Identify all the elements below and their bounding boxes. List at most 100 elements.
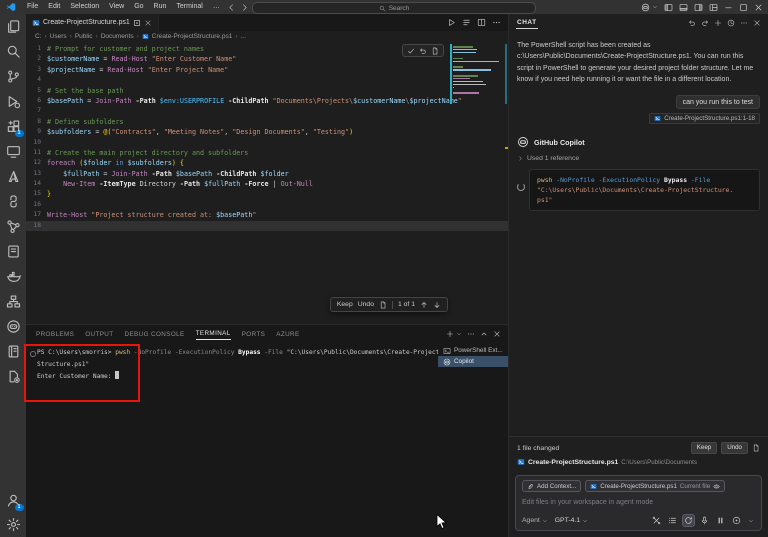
chevron-down-icon[interactable] [652, 4, 658, 10]
send-button[interactable] [731, 515, 742, 526]
activity-run-and-debug[interactable] [6, 94, 21, 109]
activity-docker[interactable] [6, 269, 21, 284]
plus-icon[interactable] [714, 19, 722, 27]
chat-input-box[interactable]: Add Context... Create-ProjectStructure.p… [515, 475, 762, 531]
terminal-command-preview[interactable]: pwsh -NoProfile -ExecutionPolicy Bypass … [529, 169, 760, 212]
layout-panel-icon[interactable] [679, 3, 688, 12]
activity-notebook-edit[interactable] [6, 244, 21, 259]
menu-selection[interactable]: Selection [65, 0, 104, 14]
terminal-instance-copilot[interactable]: Copilot [438, 356, 508, 367]
activity-file-settings[interactable] [6, 369, 21, 384]
keep-all-button[interactable]: Keep [690, 442, 718, 454]
mode-picker[interactable]: Agent [522, 517, 548, 524]
add-context-chip[interactable]: Add Context... [522, 480, 582, 492]
menu-view[interactable]: View [104, 0, 129, 14]
sync-button[interactable] [682, 514, 695, 527]
doc-icon[interactable] [431, 47, 439, 55]
undo-all-button[interactable]: Undo [721, 442, 748, 454]
layout-custom-icon[interactable] [709, 3, 718, 12]
undo-icon[interactable] [688, 19, 696, 27]
editor-tab-create-projectstructure[interactable]: Create-ProjectStructure.ps1 [26, 14, 159, 31]
chevron-up-icon[interactable] [480, 330, 488, 338]
activity-source-control[interactable] [6, 69, 21, 84]
panel-tab-debug-console[interactable]: DEBUG CONSOLE [125, 328, 185, 340]
command-center-search[interactable]: Search [252, 2, 536, 14]
history-icon[interactable] [727, 19, 735, 27]
plus-icon[interactable] [446, 330, 454, 338]
close-icon[interactable] [753, 19, 761, 27]
tab-chat[interactable]: CHAT [516, 16, 538, 29]
more-icon[interactable] [492, 18, 501, 27]
breadcrumb-item[interactable]: Public [75, 33, 93, 40]
code-editor[interactable]: 1 # Prompt for customer and project names… [26, 42, 508, 324]
copilot-icon[interactable] [641, 3, 650, 12]
model-picker[interactable]: GPT-4.1 [555, 517, 588, 524]
breadcrumb-item[interactable]: Create-ProjectStructure.ps1 [152, 33, 233, 40]
file-icon[interactable] [379, 301, 387, 309]
undo-icon[interactable] [419, 47, 427, 55]
layout-sidebar-right-icon[interactable] [694, 3, 703, 12]
tab-close-icon[interactable] [144, 19, 152, 27]
more-icon[interactable] [740, 19, 748, 27]
terminal[interactable]: PS C:\Users\smorris> pwsh -NoProfile -Ex… [26, 342, 438, 537]
activity-copilot[interactable] [6, 319, 21, 334]
mic-button[interactable] [699, 515, 710, 526]
close-icon[interactable] [754, 3, 763, 12]
chevron-down-button[interactable] [747, 517, 755, 525]
play-icon[interactable] [447, 18, 456, 27]
undo-button[interactable]: Undo [358, 301, 374, 308]
changed-file-row[interactable]: Create-ProjectStructure.ps1 C:\Users\Pub… [517, 458, 760, 466]
activity-share[interactable] [6, 219, 21, 234]
activity-search[interactable] [6, 44, 21, 59]
breadcrumb-item[interactable]: Users [50, 33, 67, 40]
breadcrumb-item[interactable]: Documents [101, 33, 134, 40]
references-toggle[interactable]: Used 1 reference [517, 155, 760, 162]
list-button[interactable] [667, 515, 678, 526]
panel-tab-azure[interactable]: AZURE [276, 328, 299, 340]
next-change-icon[interactable] [433, 301, 441, 309]
menu-overflow[interactable]: … [208, 0, 225, 14]
menu-terminal[interactable]: Terminal [171, 0, 207, 14]
breadcrumb-item[interactable]: C: [35, 33, 42, 40]
close-icon[interactable] [493, 330, 501, 338]
activity-remote-explorer[interactable] [6, 144, 21, 159]
panel-tab-output[interactable]: OUTPUT [85, 328, 113, 340]
menu-go[interactable]: Go [129, 0, 148, 14]
panel-tab-ports[interactable]: PORTS [242, 328, 266, 340]
tools-button[interactable] [651, 515, 662, 526]
more-icon[interactable] [467, 330, 475, 338]
minimize-icon[interactable] [724, 3, 733, 12]
activity-python[interactable] [6, 194, 21, 209]
keep-button[interactable]: Keep [337, 301, 353, 308]
activity-settings[interactable] [6, 517, 21, 532]
menu-run[interactable]: Run [149, 0, 172, 14]
attached-file-chip[interactable]: Create-ProjectStructure.ps1 Current file [585, 480, 726, 492]
user-message-reference[interactable]: Create-ProjectStructure.ps1:1-18 [649, 113, 760, 125]
check-icon[interactable] [407, 47, 415, 55]
split-editor-icon[interactable] [477, 18, 486, 27]
breadcrumb-item[interactable]: ... [241, 33, 246, 40]
layout-sidebar-left-icon[interactable] [664, 3, 673, 12]
activity-azure[interactable] [6, 169, 21, 184]
menu-edit[interactable]: Edit [43, 0, 65, 14]
pause-button[interactable] [715, 515, 726, 526]
nav-back-icon[interactable] [227, 3, 236, 12]
panel-tab-terminal[interactable]: TERMINAL [195, 327, 231, 340]
minimap[interactable] [450, 44, 502, 106]
nav-forward-icon[interactable] [240, 3, 249, 12]
run-menu-icon[interactable] [462, 18, 471, 27]
chevron-down-icon[interactable] [456, 331, 462, 337]
redo-icon[interactable] [701, 19, 709, 27]
maximize-icon[interactable] [739, 3, 748, 12]
terminal-instance-powershell-ext-[interactable]: PowerShell Ext... [438, 345, 508, 356]
activity-hierarchy[interactable] [6, 294, 21, 309]
panel-tab-problems[interactable]: PROBLEMS [36, 328, 74, 340]
menu-file[interactable]: File [22, 0, 43, 14]
pending-changes-icon[interactable] [133, 19, 141, 27]
view-diff-icon[interactable] [752, 444, 760, 452]
eye-icon[interactable] [713, 483, 720, 490]
activity-extensions[interactable]: 1 [6, 119, 24, 137]
activity-explorer[interactable] [6, 19, 21, 34]
previous-change-icon[interactable] [420, 301, 428, 309]
activity-accounts[interactable]: 1 [6, 493, 24, 511]
